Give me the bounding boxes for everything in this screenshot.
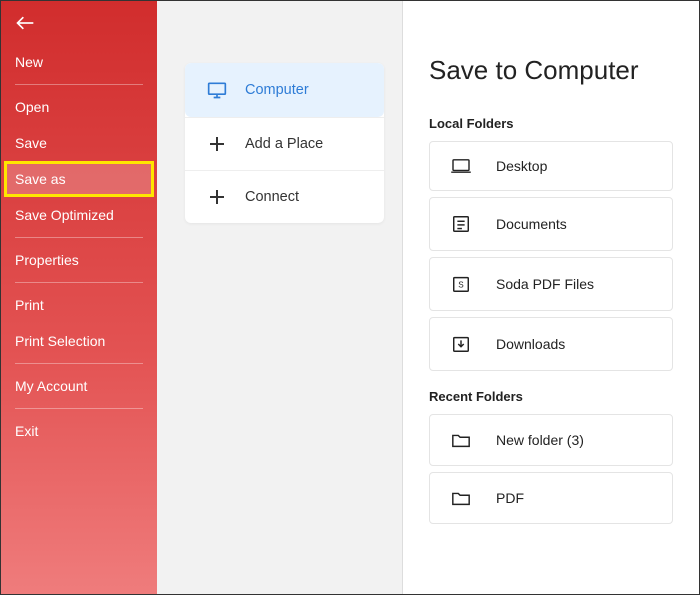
folder-label: Downloads — [496, 336, 565, 352]
monitor-icon — [207, 81, 227, 99]
app-window: New Open Save Save as Save Optimized Pro… — [0, 0, 700, 595]
folder-icon — [450, 489, 472, 507]
folder-recent-pdf[interactable]: PDF — [429, 472, 673, 524]
recent-folder-list: New folder (3) PDF — [429, 414, 673, 524]
folder-label: Documents — [496, 216, 567, 232]
sidebar-item-print[interactable]: Print — [1, 287, 157, 323]
content-panel: Save to Computer Local Folders Desktop D… — [403, 1, 699, 594]
local-folders-label: Local Folders — [429, 116, 673, 131]
sidebar-item-save-optimized[interactable]: Save Optimized — [1, 197, 157, 233]
documents-icon — [450, 214, 472, 234]
folder-icon — [450, 431, 472, 449]
location-label: Computer — [245, 82, 309, 98]
folder-label: New folder (3) — [496, 432, 584, 448]
laptop-icon — [450, 158, 472, 174]
folder-desktop[interactable]: Desktop — [429, 141, 673, 191]
location-add-place[interactable]: Add a Place — [185, 117, 384, 170]
sidebar: New Open Save Save as Save Optimized Pro… — [1, 1, 157, 594]
sidebar-item-my-account[interactable]: My Account — [1, 368, 157, 404]
svg-text:S: S — [458, 281, 464, 290]
sidebar-item-print-selection[interactable]: Print Selection — [1, 323, 157, 359]
divider — [15, 237, 143, 238]
location-list: Computer Add a Place Connect — [185, 63, 384, 223]
recent-folders-label: Recent Folders — [429, 389, 673, 404]
location-label: Add a Place — [245, 136, 323, 152]
sidebar-item-new[interactable]: New — [1, 44, 157, 80]
location-column: Computer Add a Place Connect — [157, 1, 403, 594]
arrow-left-icon — [15, 15, 35, 31]
sidebar-item-save[interactable]: Save — [1, 125, 157, 161]
sidebar-item-save-as[interactable]: Save as — [4, 161, 154, 197]
folder-label: PDF — [496, 490, 524, 506]
location-label: Connect — [245, 189, 299, 205]
divider — [15, 408, 143, 409]
folder-downloads[interactable]: Downloads — [429, 317, 673, 371]
divider — [15, 363, 143, 364]
local-folder-list: Desktop Documents S Soda PDF Files Downl… — [429, 141, 673, 371]
folder-recent-new[interactable]: New folder (3) — [429, 414, 673, 466]
divider — [15, 84, 143, 85]
download-icon — [450, 334, 472, 354]
sidebar-item-open[interactable]: Open — [1, 89, 157, 125]
plus-icon — [207, 136, 227, 152]
folder-label: Desktop — [496, 158, 547, 174]
sidebar-item-properties[interactable]: Properties — [1, 242, 157, 278]
page-title: Save to Computer — [429, 55, 673, 86]
location-connect[interactable]: Connect — [185, 170, 384, 223]
folder-label: Soda PDF Files — [496, 276, 594, 292]
plus-icon — [207, 189, 227, 205]
soda-folder-icon: S — [450, 274, 472, 294]
back-button[interactable] — [1, 7, 157, 44]
location-computer[interactable]: Computer — [185, 63, 384, 117]
folder-soda-pdf[interactable]: S Soda PDF Files — [429, 257, 673, 311]
folder-documents[interactable]: Documents — [429, 197, 673, 251]
divider — [15, 282, 143, 283]
sidebar-item-exit[interactable]: Exit — [1, 413, 157, 449]
